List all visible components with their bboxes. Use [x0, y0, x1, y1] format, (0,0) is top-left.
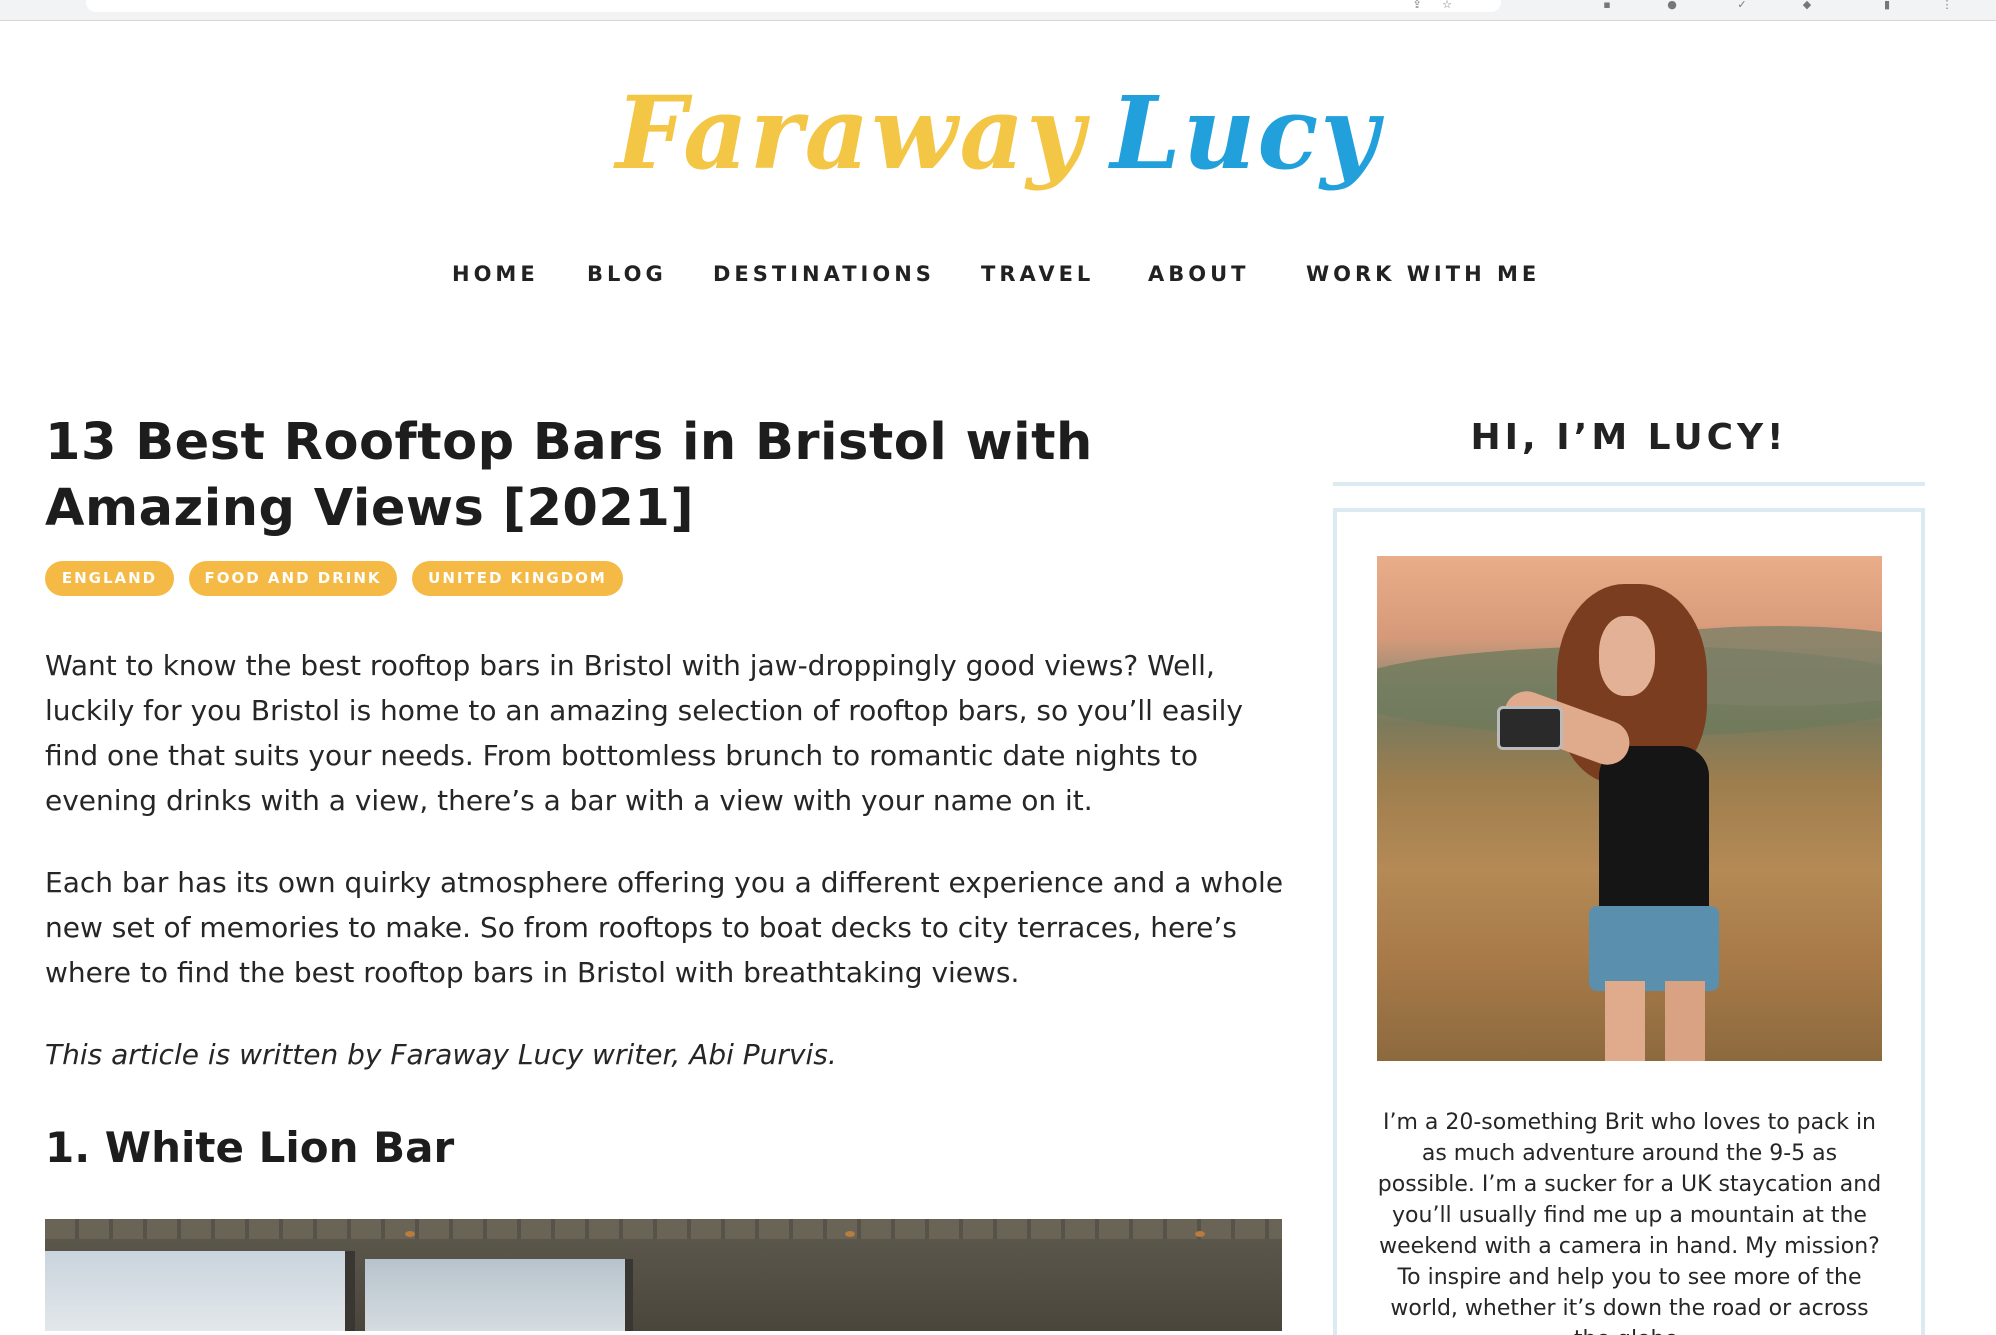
tag-united-kingdom[interactable]: UNITED KINGDOM [412, 561, 623, 596]
logo-word-faraway: Faraway [615, 74, 1087, 192]
browser-toolbar: ⇪ ☆ ▪ ● ✓ ◆ ▮ ⋮ [0, 0, 1996, 21]
extensions-icon[interactable]: ▮ [1880, 0, 1894, 10]
extension-icon[interactable]: ▪ [1600, 0, 1614, 10]
logo-word-lucy: Lucy [1110, 74, 1381, 192]
star-icon[interactable]: ☆ [1440, 0, 1454, 10]
nav-work-with-me[interactable]: WORK WITH ME [1306, 262, 1540, 286]
address-bar[interactable] [86, 0, 1501, 12]
nav-destinations[interactable]: DESTINATIONS [713, 262, 935, 286]
author-photo [1377, 556, 1882, 1061]
nav-travel[interactable]: TRAVEL [981, 262, 1094, 286]
article-paragraph: Want to know the best rooftop bars in Br… [45, 649, 1243, 817]
article-title: 13 Best Rooftop Bars in Bristol with Ama… [45, 413, 1093, 538]
sidebar-title: HI, I’M LUCY! [1470, 417, 1788, 458]
about-widget: I’m a 20-something Brit who loves to pac… [1333, 508, 1925, 1335]
article-paragraph: Each bar has its own quirky atmosphere o… [45, 866, 1284, 989]
site-logo[interactable]: Faraway Lucy [0, 58, 1996, 208]
author-bio: I’m a 20-something Brit who loves to pac… [1377, 1110, 1882, 1335]
sidebar-divider [1333, 482, 1925, 486]
white-lion-bar-image [45, 1219, 1282, 1331]
extension-icon[interactable]: ● [1665, 0, 1679, 10]
article-byline: This article is written by Faraway Lucy … [45, 1038, 837, 1071]
nav-blog[interactable]: BLOG [587, 262, 667, 286]
nav-about[interactable]: ABOUT [1148, 262, 1250, 286]
extension-icon[interactable]: ◆ [1800, 0, 1814, 10]
extension-icon[interactable]: ✓ [1735, 0, 1749, 10]
main-navigation: HOME BLOG DESTINATIONS TRAVEL ABOUT WORK… [0, 262, 1996, 292]
tag-food-and-drink[interactable]: FOOD AND DRINK [189, 561, 397, 596]
share-icon[interactable]: ⇪ [1410, 0, 1424, 10]
nav-home[interactable]: HOME [452, 262, 539, 286]
tag-england[interactable]: ENGLAND [45, 561, 174, 596]
camera-icon [1497, 706, 1563, 750]
menu-icon[interactable]: ⋮ [1940, 0, 1954, 10]
section-heading: 1. White Lion Bar [45, 1123, 455, 1172]
